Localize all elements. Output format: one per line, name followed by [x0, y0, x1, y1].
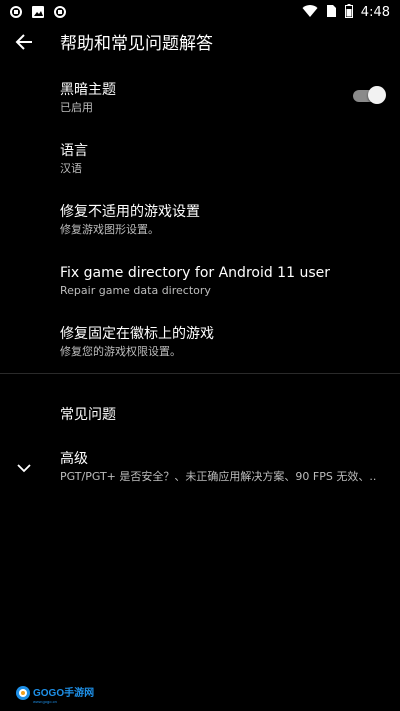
- sync-icon: [9, 4, 23, 23]
- app-bar: 帮助和常见问题解答: [0, 24, 400, 64]
- fix-pinned-games-title: 修复固定在徽标上的游戏: [60, 326, 214, 342]
- dark-theme-title: 黑暗主题: [60, 82, 116, 98]
- language-setting[interactable]: 语言 汉语: [0, 142, 400, 203]
- svg-text:GOGO手游网: GOGO手游网: [33, 686, 94, 699]
- dark-theme-setting[interactable]: 黑暗主题 已启用: [0, 81, 400, 142]
- wifi-icon: [302, 3, 318, 22]
- toggle-thumb: [368, 86, 386, 104]
- section-divider: [0, 373, 400, 374]
- language-summary: 汉语: [60, 162, 82, 175]
- battery-icon: [344, 3, 353, 22]
- sim-icon: [326, 3, 337, 22]
- status-bar-notifications: [9, 4, 67, 23]
- fix-pinned-games-summary: 修复您的游戏权限设置。: [60, 345, 181, 358]
- chevron-down-icon: [14, 458, 34, 478]
- status-bar: 4:48: [0, 0, 400, 24]
- sync-icon: [53, 4, 67, 23]
- dark-theme-summary: 已启用: [60, 101, 93, 114]
- image-icon: [31, 4, 45, 23]
- faq-section-header: 常见问题: [60, 407, 116, 423]
- language-title: 语言: [60, 143, 88, 159]
- page-title: 帮助和常见问题解答: [60, 34, 213, 54]
- fix-game-settings-setting[interactable]: 修复不适用的游戏设置 修复游戏图形设置。: [0, 203, 400, 264]
- fix-game-directory-summary: Repair game data directory: [60, 284, 211, 297]
- watermark-logo: GOGO手游网 www.gogo.cn: [15, 683, 95, 705]
- fix-game-directory-setting[interactable]: Fix game directory for Android 11 user R…: [0, 264, 400, 325]
- fix-game-settings-summary: 修复游戏图形设置。: [60, 223, 159, 236]
- advanced-expand-row[interactable]: 高级 PGT/PGT+ 是否安全？、未正确应用解决方案、90 FPS 无效、..: [0, 450, 400, 490]
- svg-text:www.gogo.cn: www.gogo.cn: [33, 699, 57, 704]
- clock: 4:48: [360, 4, 390, 20]
- fix-pinned-games-setting[interactable]: 修复固定在徽标上的游戏 修复您的游戏权限设置。: [0, 325, 400, 386]
- fix-game-directory-title: Fix game directory for Android 11 user: [60, 265, 330, 281]
- arrow-back-icon: [15, 33, 33, 55]
- fix-game-settings-title: 修复不适用的游戏设置: [60, 204, 200, 220]
- advanced-title: 高级: [60, 451, 88, 467]
- advanced-summary: PGT/PGT+ 是否安全？、未正确应用解决方案、90 FPS 无效、..: [60, 470, 377, 483]
- status-bar-system: 4:48: [302, 3, 390, 22]
- gogo-logo: GOGO手游网 www.gogo.cn: [16, 686, 94, 704]
- back-button[interactable]: [10, 30, 38, 58]
- dark-theme-toggle[interactable]: [353, 86, 386, 106]
